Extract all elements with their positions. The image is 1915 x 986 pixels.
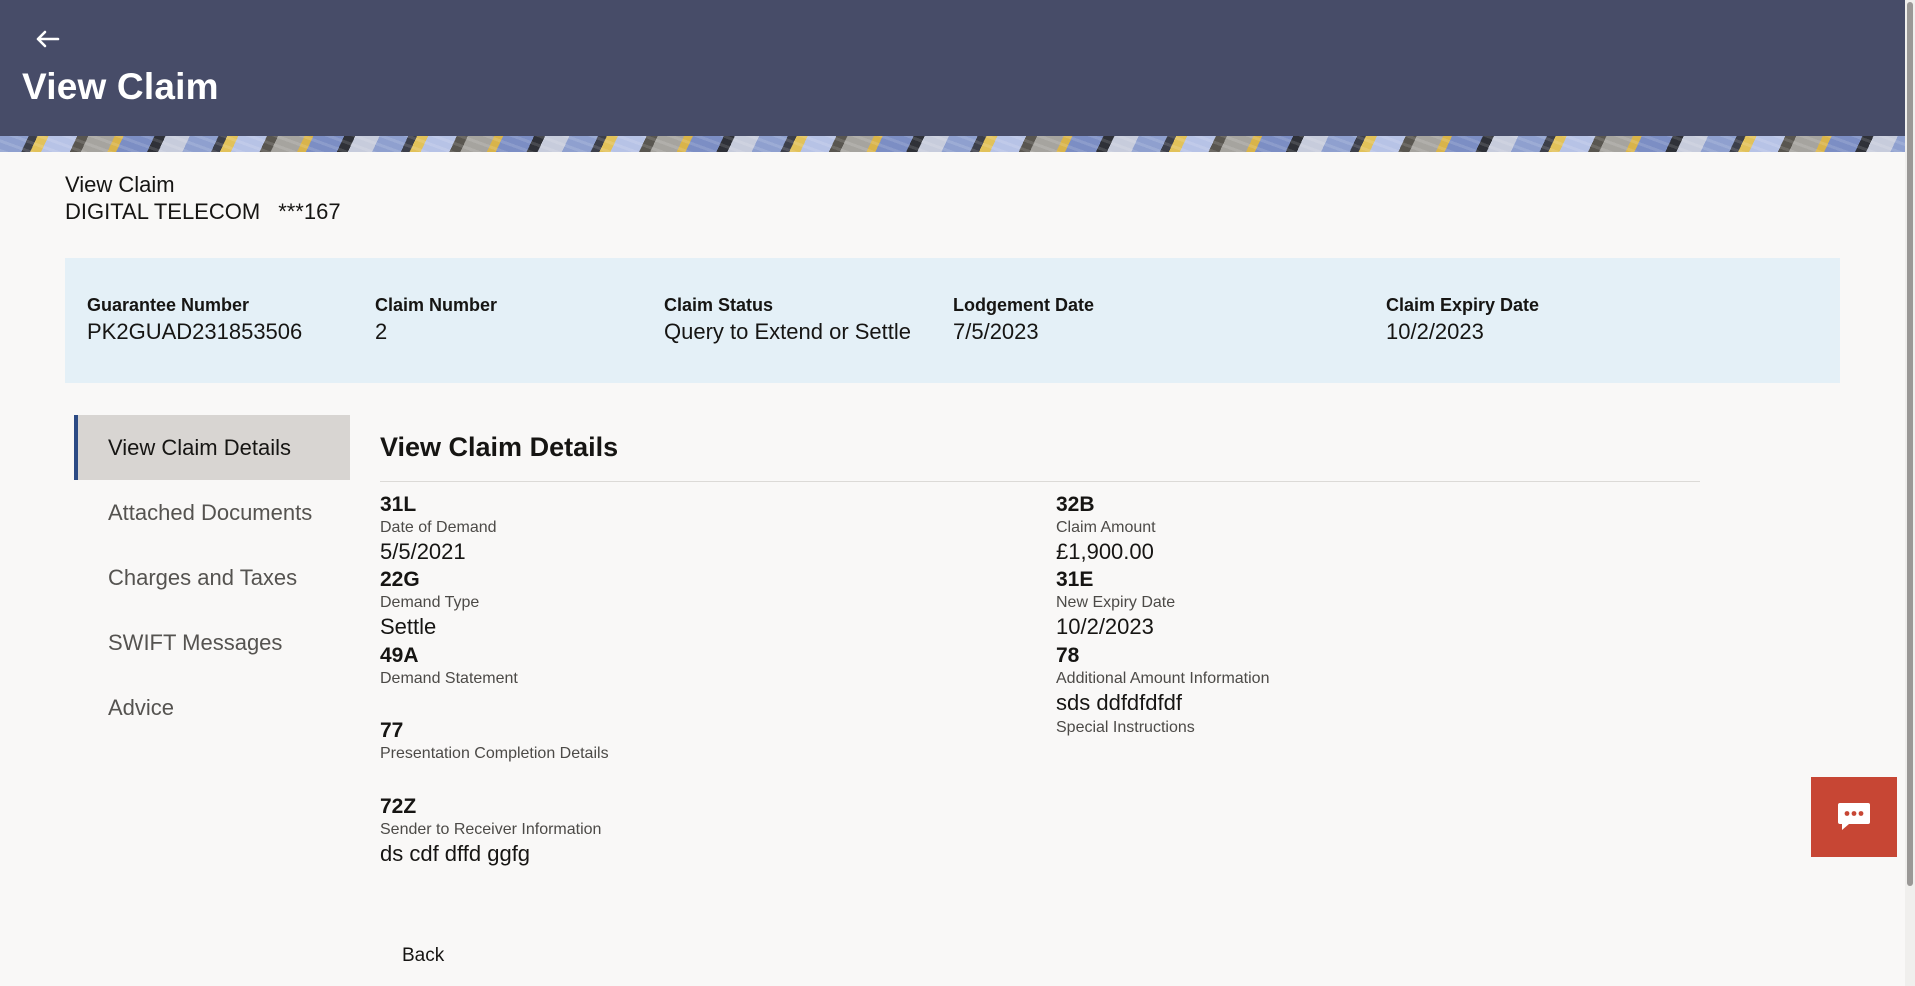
field-value: £1,900.00	[1056, 539, 1154, 564]
summary-value: 10/2/2023	[1386, 319, 1484, 344]
field-value: sds ddfdfdfdf	[1056, 690, 1182, 715]
field-presentation-completion-details: 77 Presentation Completion Details	[380, 718, 609, 764]
summary-guarantee-number: Guarantee Number PK2GUAD231853506	[87, 295, 302, 345]
field-new-expiry-date: 31E New Expiry Date 10/2/2023	[1056, 567, 1175, 640]
field-label: Claim Amount	[1056, 519, 1156, 536]
field-tag: 32B	[1056, 493, 1095, 516]
nav-item-attached-documents[interactable]: Attached Documents	[74, 480, 350, 545]
summary-label: Claim Expiry Date	[1386, 295, 1540, 315]
summary-label: Lodgement Date	[953, 295, 1095, 315]
field-special-instructions: Special Instructions	[1056, 718, 1195, 738]
section-title: View Claim Details	[380, 432, 619, 462]
field-date-of-demand: 31L Date of Demand 5/5/2021	[380, 492, 497, 565]
field-value: Settle	[380, 614, 437, 639]
field-tag: 49A	[380, 644, 419, 667]
field-tag: 31E	[1056, 568, 1094, 591]
field-label: Demand Type	[380, 594, 480, 611]
field-value: 10/2/2023	[1056, 614, 1154, 639]
nav-item-view-claim-details[interactable]: View Claim Details	[74, 415, 350, 480]
account-name: DIGITAL TELECOM	[65, 199, 261, 224]
nav-item-swift-messages[interactable]: SWIFT Messages	[74, 610, 350, 675]
account-number: ***167	[278, 199, 341, 224]
field-tag: 72Z	[380, 795, 417, 818]
field-label: Sender to Receiver Information	[380, 821, 602, 838]
summary-label: Claim Status	[664, 295, 774, 315]
field-label: New Expiry Date	[1056, 594, 1176, 611]
field-value: 5/5/2021	[380, 539, 466, 564]
field-claim-amount: 32B Claim Amount £1,900.00	[1056, 492, 1156, 565]
field-label: Special Instructions	[1056, 719, 1195, 736]
claim-summary-band: Guarantee Number PK2GUAD231853506 Claim …	[65, 258, 1840, 383]
field-label: Additional Amount Information	[1056, 670, 1270, 687]
claim-side-nav: View Claim Details Attached Documents Ch…	[74, 415, 350, 740]
scrollbar-thumb[interactable]	[1907, 2, 1913, 886]
summary-label: Guarantee Number	[87, 295, 250, 315]
page-header: View Claim	[0, 0, 1905, 136]
summary-claim-status: Claim Status Query to Extend or Settle	[664, 295, 911, 345]
field-label: Presentation Completion Details	[380, 745, 609, 762]
chat-icon	[1838, 803, 1870, 830]
summary-lodgement-date: Lodgement Date 7/5/2023	[953, 295, 1094, 345]
vertical-scrollbar[interactable]	[1905, 0, 1915, 986]
nav-item-charges-and-taxes[interactable]: Charges and Taxes	[74, 545, 350, 610]
summary-value: Query to Extend or Settle	[664, 319, 912, 344]
account-line: DIGITAL TELECOM ***167	[65, 199, 341, 225]
back-button[interactable]: Back	[402, 945, 444, 967]
field-label: Demand Statement	[380, 670, 518, 687]
field-sender-to-receiver-information: 72Z Sender to Receiver Information ds cd…	[380, 794, 601, 867]
section-divider	[380, 481, 1700, 482]
field-value: ds cdf dffd ggfg	[380, 841, 531, 866]
back-arrow-icon[interactable]	[30, 22, 64, 56]
account-section-title: View Claim	[65, 172, 175, 197]
summary-claim-expiry-date: Claim Expiry Date 10/2/2023	[1386, 295, 1539, 345]
field-demand-type: 22G Demand Type Settle	[380, 567, 479, 640]
nav-item-advice[interactable]: Advice	[74, 675, 350, 740]
summary-value: 7/5/2023	[953, 319, 1039, 344]
decorative-banner	[0, 136, 1905, 152]
field-tag: 22G	[380, 568, 420, 591]
field-tag: 31L	[380, 493, 417, 516]
summary-label: Claim Number	[375, 295, 498, 315]
field-additional-amount-information: 78 Additional Amount Information sds ddf…	[1056, 643, 1269, 716]
field-tag: 78	[1056, 644, 1080, 667]
field-tag: 77	[380, 719, 404, 742]
field-demand-statement: 49A Demand Statement	[380, 643, 518, 689]
summary-value: 2	[375, 319, 388, 344]
page-title: View Claim	[22, 66, 219, 107]
field-label: Date of Demand	[380, 519, 497, 536]
chat-button[interactable]	[1811, 777, 1897, 857]
summary-value: PK2GUAD231853506	[87, 319, 303, 344]
summary-claim-number: Claim Number 2	[375, 295, 497, 345]
